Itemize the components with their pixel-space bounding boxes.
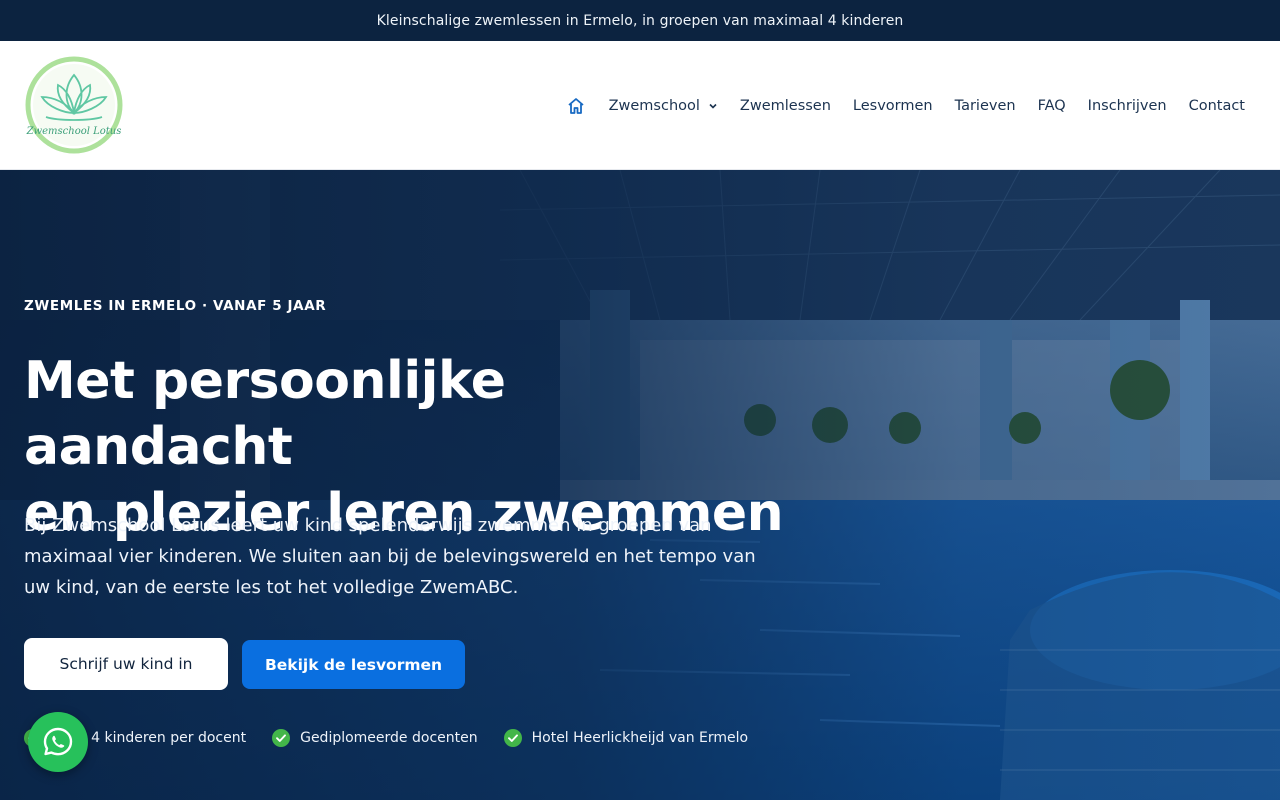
- chevron-down-icon: [709, 103, 717, 109]
- lotus-logo[interactable]: Zwemschool Lotus: [24, 55, 124, 155]
- feature-item: Gediplomeerde docenten: [272, 729, 478, 747]
- announcement-bar: Kleinschalige zwemlessen in Ermelo, in g…: [0, 0, 1280, 41]
- site-header: Zwemschool Lotus Zwemschool Zwemlessen L…: [0, 41, 1280, 170]
- nav-item-contact[interactable]: Contact: [1189, 86, 1245, 126]
- feature-list: maal 4 kinderen per docent Gediplomeerde…: [24, 726, 774, 750]
- nav-label-zwemschool: Zwemschool: [608, 97, 700, 114]
- nav-label-faq: FAQ: [1037, 97, 1066, 114]
- check-circle-icon: [503, 729, 522, 747]
- whatsapp-icon: [43, 727, 73, 756]
- nav-label-inschrijven: Inschrijven: [1087, 97, 1167, 114]
- nav-item-zwemlessen[interactable]: Zwemlessen: [740, 86, 831, 126]
- feature-item: Hotel Heerlickheijd van Ermelo: [503, 729, 749, 747]
- nav-label-lesvormen: Lesvormen: [852, 97, 933, 114]
- enroll-button-label: Schrijf uw kind in: [59, 655, 193, 673]
- nav-label-tarieven: Tarieven: [954, 97, 1016, 114]
- nav-item-zwemschool[interactable]: Zwemschool: [609, 86, 718, 126]
- nav-label-contact: Contact: [1188, 97, 1245, 114]
- feature-text: Gediplomeerde docenten: [300, 730, 478, 746]
- nav-label-zwemlessen: Zwemlessen: [739, 97, 831, 114]
- hero-eyebrow: ZWEMLES IN ERMELO · VANAF 5 JAAR: [24, 298, 327, 314]
- nav-item-lesvormen[interactable]: Lesvormen: [853, 86, 933, 126]
- nav-home[interactable]: [566, 86, 587, 126]
- nav-item-inschrijven[interactable]: Inschrijven: [1088, 86, 1167, 126]
- home-icon: [567, 97, 584, 114]
- feature-text: Hotel Heerlickheijd van Ermelo: [531, 730, 749, 746]
- nav-item-tarieven[interactable]: Tarieven: [955, 86, 1016, 126]
- hero-intro: Bij Zwemschool Lotus leert uw kind spele…: [24, 515, 756, 598]
- check-circle-icon: [272, 729, 291, 747]
- hero-title-line-1: Met persoonlijke aandacht: [24, 351, 506, 477]
- announcement-text: Kleinschalige zwemlessen in Ermelo, in g…: [376, 12, 904, 29]
- enroll-button[interactable]: Schrijf uw kind in: [24, 638, 228, 690]
- view-lesson-types-button[interactable]: Bekijk de lesvormen: [242, 640, 465, 689]
- whatsapp-chat-button[interactable]: [28, 712, 88, 772]
- logo-text: Zwemschool Lotus: [26, 126, 122, 137]
- view-lesson-types-label: Bekijk de lesvormen: [264, 655, 443, 674]
- main-nav: Zwemschool Zwemlessen Lesvormen Tarieven…: [566, 41, 1245, 170]
- nav-item-faq[interactable]: FAQ: [1038, 86, 1066, 126]
- hero-section: ZWEMLES IN ERMELO · VANAF 5 JAAR Met per…: [0, 170, 1280, 800]
